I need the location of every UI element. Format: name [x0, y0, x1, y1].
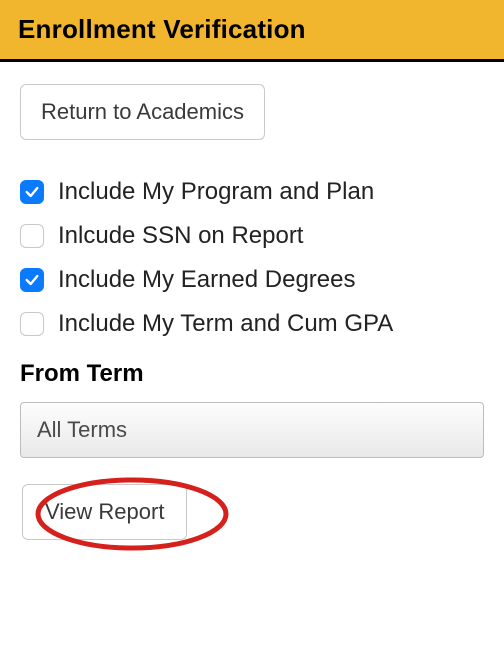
- opt-program-plan-checkbox[interactable]: [20, 180, 44, 204]
- view-report-button[interactable]: View Report: [22, 484, 187, 540]
- return-to-academics-button[interactable]: Return to Academics: [20, 84, 265, 140]
- opt-earned-degrees-label: Include My Earned Degrees: [58, 266, 356, 294]
- opt-ssn-label: Inlcude SSN on Report: [58, 222, 303, 250]
- opt-earned-degrees-checkbox[interactable]: [20, 268, 44, 292]
- option-row: Inlcude SSN on Report: [20, 222, 484, 250]
- content-area: Return to Academics Include My Program a…: [0, 62, 504, 540]
- option-row: Include My Earned Degrees: [20, 266, 484, 294]
- view-report-container: View Report: [20, 484, 484, 540]
- option-row: Include My Term and Cum GPA: [20, 310, 484, 338]
- from-term-select[interactable]: All Terms: [20, 402, 484, 458]
- page-header: Enrollment Verification: [0, 0, 504, 62]
- opt-term-cum-gpa-label: Include My Term and Cum GPA: [58, 310, 393, 338]
- from-term-selected-value: All Terms: [37, 417, 127, 442]
- opt-ssn-checkbox[interactable]: [20, 224, 44, 248]
- option-row: Include My Program and Plan: [20, 178, 484, 206]
- opt-term-cum-gpa-checkbox[interactable]: [20, 312, 44, 336]
- opt-program-plan-label: Include My Program and Plan: [58, 178, 374, 206]
- from-term-label: From Term: [20, 360, 484, 388]
- options-group: Include My Program and Plan Inlcude SSN o…: [20, 178, 484, 338]
- page-title: Enrollment Verification: [18, 14, 486, 45]
